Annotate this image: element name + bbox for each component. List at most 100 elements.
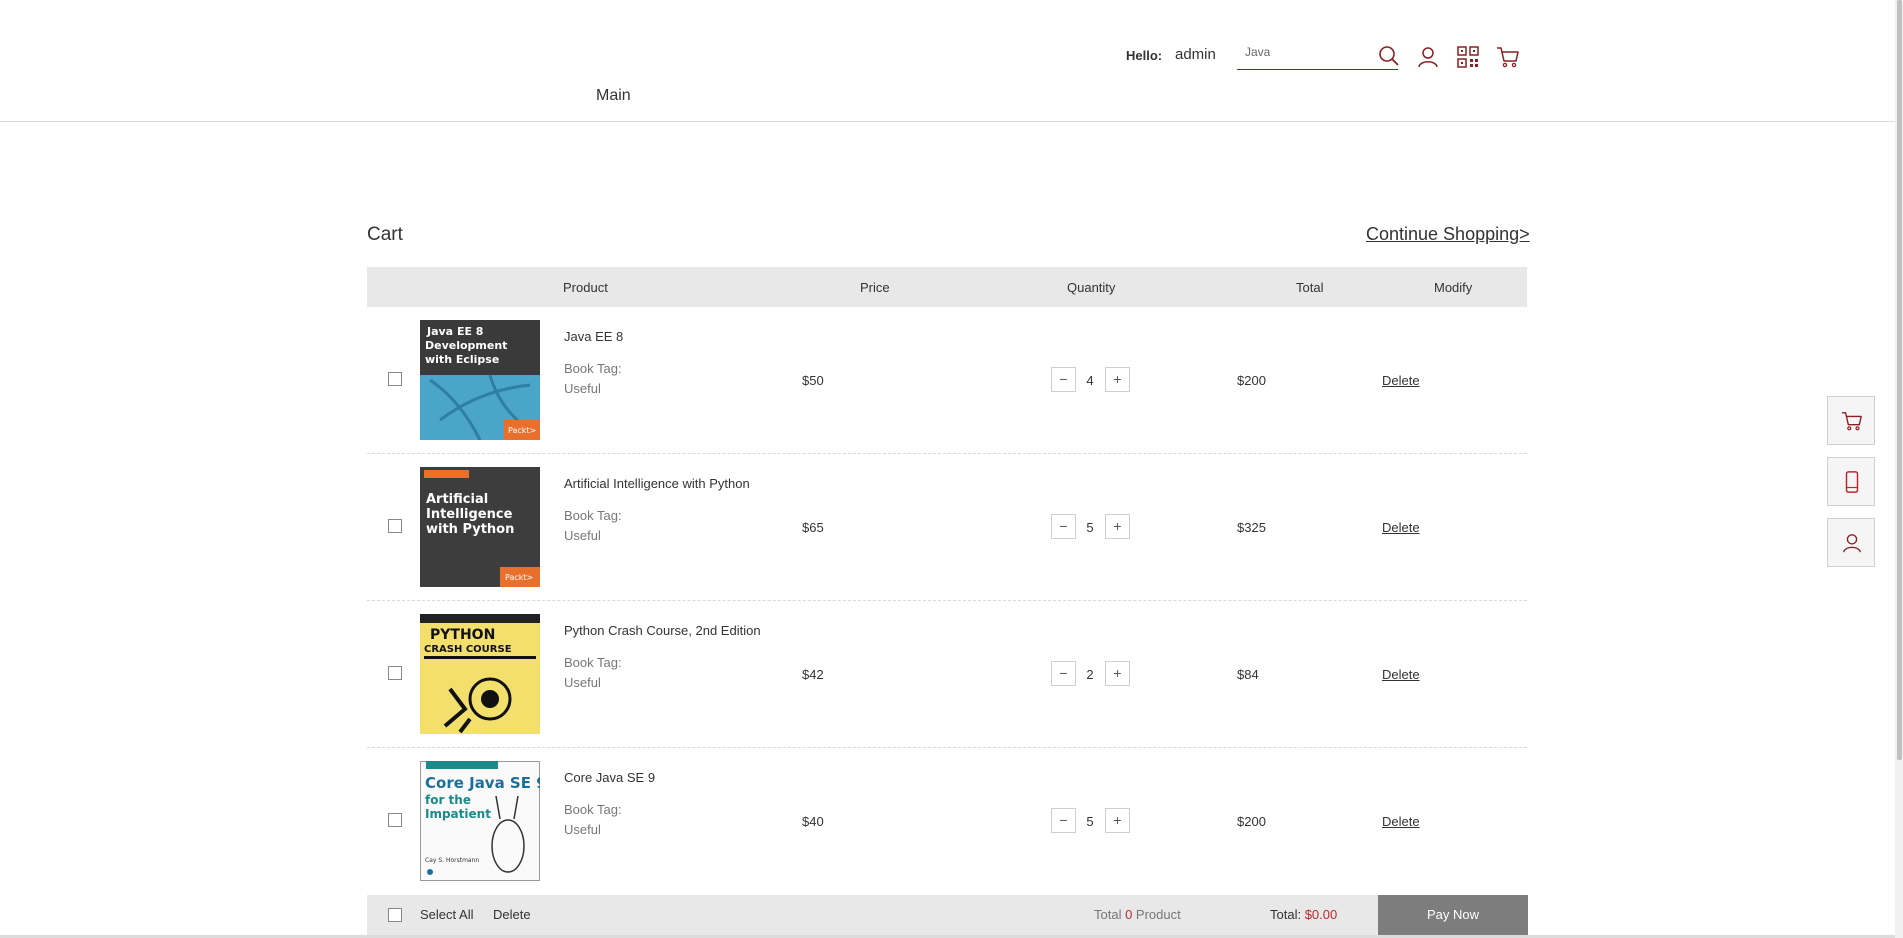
- col-quantity: Quantity: [1067, 280, 1116, 295]
- item-price: $42: [802, 667, 824, 682]
- svg-text:with Eclipse: with Eclipse: [425, 353, 499, 366]
- col-product: Product: [563, 280, 608, 295]
- tag-label: Book Tag:: [564, 802, 622, 817]
- site-header: Hello: admin Main: [0, 0, 1895, 122]
- book-cover-image: Java EE 8 Development with Eclipse Packt…: [420, 320, 540, 440]
- count-suffix: Product: [1132, 907, 1181, 922]
- quantity-value[interactable]: 2: [1079, 667, 1101, 682]
- book-cover-image: PYTHON CRASH COURSE: [420, 614, 540, 734]
- svg-text:Artificial: Artificial: [426, 492, 488, 507]
- tag-value: Useful: [564, 822, 601, 837]
- svg-text:Development: Development: [425, 339, 507, 352]
- svg-text:Cay S. Horstmann: Cay S. Horstmann: [425, 857, 479, 864]
- selected-count: Total 0 Product: [1094, 907, 1181, 922]
- cart-footer-bar: Select All Delete Total 0 Product Total:…: [367, 895, 1528, 935]
- tag-value: Useful: [564, 675, 601, 690]
- cart-title: Cart: [367, 224, 403, 245]
- item-title[interactable]: Artificial Intelligence with Python: [564, 476, 750, 491]
- quantity-decrease-button[interactable]: −: [1051, 367, 1076, 392]
- tag-label: Book Tag:: [564, 361, 622, 376]
- svg-text:Impatient: Impatient: [425, 807, 491, 821]
- quantity-increase-button[interactable]: +: [1105, 367, 1130, 392]
- item-checkbox[interactable]: [388, 372, 402, 386]
- delete-item-link[interactable]: Delete: [1382, 520, 1420, 535]
- search-icon[interactable]: [1377, 44, 1401, 68]
- item-price: $65: [802, 520, 824, 535]
- svg-text:Java EE 8: Java EE 8: [426, 325, 483, 338]
- user-icon[interactable]: [1416, 45, 1440, 69]
- cart-icon[interactable]: [1496, 45, 1520, 69]
- username[interactable]: admin: [1175, 46, 1216, 63]
- item-checkbox[interactable]: [388, 519, 402, 533]
- item-title[interactable]: Python Crash Course, 2nd Edition: [564, 623, 761, 638]
- item-checkbox[interactable]: [388, 813, 402, 827]
- tag-value: Useful: [564, 381, 601, 396]
- quantity-value[interactable]: 5: [1079, 814, 1101, 829]
- quantity-decrease-button[interactable]: −: [1051, 514, 1076, 539]
- item-tag: Book Tag: Useful: [564, 653, 622, 693]
- cart-row: Java EE 8 Development with Eclipse Packt…: [367, 307, 1527, 454]
- tag-label: Book Tag:: [564, 655, 622, 670]
- qr-code-icon[interactable]: [1456, 45, 1480, 69]
- delete-selected-button[interactable]: Delete: [493, 907, 531, 922]
- cart-row: PYTHON CRASH COURSE Python Crash Course,…: [367, 601, 1527, 748]
- item-price: $50: [802, 373, 824, 388]
- col-modify: Modify: [1434, 280, 1473, 295]
- cart-row: Core Java SE 9 for the Impatient Cay S. …: [367, 748, 1527, 894]
- nav-main[interactable]: Main: [596, 87, 631, 105]
- svg-text:Intelligence: Intelligence: [426, 507, 513, 522]
- item-tag: Book Tag: Useful: [564, 359, 622, 399]
- search-box: [1237, 38, 1398, 70]
- quantity-increase-button[interactable]: +: [1105, 808, 1130, 833]
- scrollbar-thumb[interactable]: [1897, 0, 1902, 760]
- svg-text:Packt>: Packt>: [508, 426, 536, 435]
- cart-table-header: Product Price Quantity Total Modify: [367, 267, 1527, 307]
- delete-item-link[interactable]: Delete: [1382, 667, 1420, 682]
- svg-text:Packt>: Packt>: [505, 573, 533, 582]
- cart-icon: [1841, 412, 1862, 431]
- book-cover-image: Artificial Intelligence with Python Pack…: [420, 467, 540, 587]
- total-prefix: Total:: [1270, 907, 1305, 922]
- item-total: $84: [1237, 667, 1259, 682]
- count-prefix: Total: [1094, 907, 1126, 922]
- item-tag: Book Tag: Useful: [564, 800, 622, 840]
- item-total: $325: [1237, 520, 1266, 535]
- quantity-decrease-button[interactable]: −: [1051, 661, 1076, 686]
- delete-item-link[interactable]: Delete: [1382, 373, 1420, 388]
- delete-item-link[interactable]: Delete: [1382, 814, 1420, 829]
- col-total: Total: [1296, 280, 1324, 295]
- continue-shopping-link[interactable]: Continue Shopping>: [1366, 224, 1530, 245]
- tag-label: Book Tag:: [564, 508, 622, 523]
- total-value: $0.00: [1304, 907, 1338, 922]
- select-all-label[interactable]: Select All: [420, 907, 473, 922]
- tag-value: Useful: [564, 528, 601, 543]
- side-cart-button[interactable]: [1827, 396, 1875, 445]
- side-mobile-button[interactable]: [1827, 457, 1875, 506]
- quantity-value[interactable]: 5: [1079, 520, 1101, 535]
- phone-icon: [1845, 471, 1859, 493]
- side-user-button[interactable]: [1827, 518, 1875, 567]
- quantity-decrease-button[interactable]: −: [1051, 808, 1076, 833]
- item-tag: Book Tag: Useful: [564, 506, 622, 546]
- svg-text:with Python: with Python: [426, 522, 514, 537]
- select-all-checkbox[interactable]: [388, 908, 402, 922]
- quantity-increase-button[interactable]: +: [1105, 514, 1130, 539]
- hello-label: Hello:: [1126, 48, 1163, 63]
- item-total: $200: [1237, 814, 1266, 829]
- svg-text:Core Java SE 9: Core Java SE 9: [425, 774, 540, 792]
- item-title[interactable]: Java EE 8: [564, 329, 623, 344]
- svg-text:CRASH COURSE: CRASH COURSE: [424, 644, 512, 655]
- item-price: $40: [802, 814, 824, 829]
- search-input[interactable]: [1237, 38, 1375, 64]
- item-checkbox[interactable]: [388, 666, 402, 680]
- quantity-value[interactable]: 4: [1079, 373, 1101, 388]
- user-icon: [1843, 534, 1861, 553]
- book-cover-image: Core Java SE 9 for the Impatient Cay S. …: [420, 761, 540, 881]
- item-total: $200: [1237, 373, 1266, 388]
- quantity-increase-button[interactable]: +: [1105, 661, 1130, 686]
- svg-text:PYTHON: PYTHON: [430, 627, 495, 643]
- item-title[interactable]: Core Java SE 9: [564, 770, 655, 785]
- pay-now-button[interactable]: Pay Now: [1378, 895, 1528, 935]
- col-price: Price: [860, 280, 890, 295]
- cart-row: Artificial Intelligence with Python Pack…: [367, 454, 1527, 601]
